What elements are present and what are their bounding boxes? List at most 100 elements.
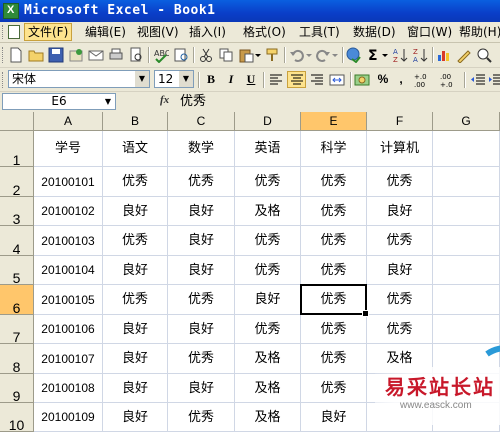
- cell-d8[interactable]: 及格: [235, 344, 301, 374]
- cell-b6[interactable]: 优秀: [103, 285, 168, 315]
- save-icon[interactable]: [48, 47, 64, 63]
- autosum-dropdown-icon[interactable]: [381, 47, 389, 63]
- research-icon[interactable]: [173, 47, 189, 63]
- cell-d9[interactable]: 及格: [235, 374, 301, 403]
- cell-f7[interactable]: 优秀: [367, 315, 433, 344]
- cell-g4[interactable]: [433, 226, 500, 256]
- name-box[interactable]: E6 ▼: [2, 93, 116, 110]
- row-header-9[interactable]: 9: [0, 374, 34, 404]
- cell-e7[interactable]: 优秀: [301, 315, 367, 344]
- cell-g3[interactable]: [433, 197, 500, 226]
- align-center-button[interactable]: [287, 71, 306, 88]
- cell-b4[interactable]: 优秀: [103, 226, 168, 256]
- autosum-icon[interactable]: Σ: [366, 47, 382, 63]
- decrease-indent-icon[interactable]: [470, 72, 486, 88]
- cell-c6[interactable]: 优秀: [168, 285, 235, 315]
- cell-c9[interactable]: 良好: [168, 374, 235, 403]
- row-header-2[interactable]: 2: [0, 167, 34, 198]
- cell-a6[interactable]: 20100105: [34, 285, 103, 315]
- redo-icon[interactable]: [315, 47, 331, 63]
- increase-decimal-icon[interactable]: +.0.00: [414, 72, 434, 88]
- cell-c4[interactable]: 良好: [168, 226, 235, 256]
- row-header-5[interactable]: 5: [0, 256, 34, 286]
- cell-a8[interactable]: 20100107: [34, 344, 103, 374]
- cell-a9[interactable]: 20100108: [34, 374, 103, 403]
- font-name-combo[interactable]: 宋体 ▼: [8, 70, 150, 88]
- select-all-corner[interactable]: [0, 112, 34, 131]
- cell-b3[interactable]: 良好: [103, 197, 168, 226]
- sort-descending-icon[interactable]: ZA: [412, 47, 428, 63]
- cell-b5[interactable]: 良好: [103, 256, 168, 285]
- cell-d3[interactable]: 及格: [235, 197, 301, 226]
- row-header-3[interactable]: 3: [0, 197, 34, 227]
- cell-f2[interactable]: 优秀: [367, 167, 433, 197]
- align-right-icon[interactable]: [309, 72, 325, 88]
- cell-a3[interactable]: 20100102: [34, 197, 103, 226]
- name-box-dropdown-icon[interactable]: ▼: [101, 94, 115, 109]
- menu-grip-handle[interactable]: [2, 25, 6, 39]
- menu-help[interactable]: 帮助(H): [456, 24, 500, 40]
- cell-d4[interactable]: 优秀: [235, 226, 301, 256]
- increase-indent-icon[interactable]: [488, 72, 500, 88]
- cell-c3[interactable]: 良好: [168, 197, 235, 226]
- cell-c2[interactable]: 优秀: [168, 167, 235, 197]
- zoom-icon[interactable]: [476, 47, 492, 63]
- menu-format[interactable]: 格式(O): [240, 24, 289, 40]
- cell-g6[interactable]: [433, 285, 500, 315]
- cell-g2[interactable]: [433, 167, 500, 197]
- cell-b8[interactable]: 良好: [103, 344, 168, 374]
- decrease-decimal-icon[interactable]: .00+.0: [440, 72, 460, 88]
- cell-f5[interactable]: 良好: [367, 256, 433, 285]
- column-header-e[interactable]: E: [301, 112, 367, 131]
- cell-e6[interactable]: 优秀: [301, 285, 367, 315]
- cell-b2[interactable]: 优秀: [103, 167, 168, 197]
- row-header-6[interactable]: 6: [0, 285, 34, 316]
- percent-style-button[interactable]: %: [374, 71, 392, 88]
- toolbar-grip-handle[interactable]: [2, 72, 6, 88]
- cell-c1[interactable]: 数学: [168, 131, 235, 167]
- toolbar-grip-handle[interactable]: [2, 47, 6, 63]
- cell-d2[interactable]: 优秀: [235, 167, 301, 197]
- cell-g7[interactable]: [433, 315, 500, 344]
- email-icon[interactable]: [88, 47, 104, 63]
- cell-f4[interactable]: 优秀: [367, 226, 433, 256]
- menu-insert[interactable]: 插入(I): [186, 24, 229, 40]
- underline-button[interactable]: U: [242, 71, 260, 88]
- font-size-combo[interactable]: 12 ▼: [154, 70, 194, 88]
- menu-window[interactable]: 窗口(W): [404, 24, 455, 40]
- row-header-7[interactable]: 7: [0, 315, 34, 345]
- redo-dropdown-icon[interactable]: [331, 47, 339, 63]
- cell-f6[interactable]: 优秀: [367, 285, 433, 315]
- cell-b1[interactable]: 语文: [103, 131, 168, 167]
- permission-icon[interactable]: [68, 47, 84, 63]
- row-header-8[interactable]: 8: [0, 344, 34, 375]
- cell-e4[interactable]: 优秀: [301, 226, 367, 256]
- cell-e9[interactable]: 优秀: [301, 374, 367, 403]
- cell-g5[interactable]: [433, 256, 500, 285]
- cell-d6[interactable]: 良好: [235, 285, 301, 315]
- undo-icon[interactable]: [289, 47, 305, 63]
- menu-view[interactable]: 视图(V): [134, 24, 182, 40]
- cell-b7[interactable]: 良好: [103, 315, 168, 344]
- formula-input[interactable]: 优秀: [180, 93, 206, 111]
- paste-dropdown-icon[interactable]: [254, 47, 262, 63]
- cell-b9[interactable]: 良好: [103, 374, 168, 403]
- column-header-g[interactable]: G: [433, 112, 500, 131]
- undo-dropdown-icon[interactable]: [305, 47, 313, 63]
- align-left-icon[interactable]: [268, 72, 284, 88]
- cell-a5[interactable]: 20100104: [34, 256, 103, 285]
- hyperlink-icon[interactable]: [346, 47, 362, 63]
- open-folder-icon[interactable]: [28, 47, 44, 63]
- row-header-1[interactable]: 1: [0, 131, 34, 168]
- print-icon[interactable]: [108, 47, 124, 63]
- cell-e5[interactable]: 优秀: [301, 256, 367, 285]
- cell-a1[interactable]: 学号: [34, 131, 103, 167]
- cell-c7[interactable]: 良好: [168, 315, 235, 344]
- cut-icon[interactable]: [198, 47, 214, 63]
- cell-e1[interactable]: 科学: [301, 131, 367, 167]
- menu-edit[interactable]: 编辑(E): [82, 24, 129, 40]
- cell-c8[interactable]: 优秀: [168, 344, 235, 374]
- menu-data[interactable]: 数据(D): [350, 24, 399, 40]
- menu-file[interactable]: 文件(F): [24, 23, 73, 41]
- cell-g1[interactable]: [433, 131, 500, 167]
